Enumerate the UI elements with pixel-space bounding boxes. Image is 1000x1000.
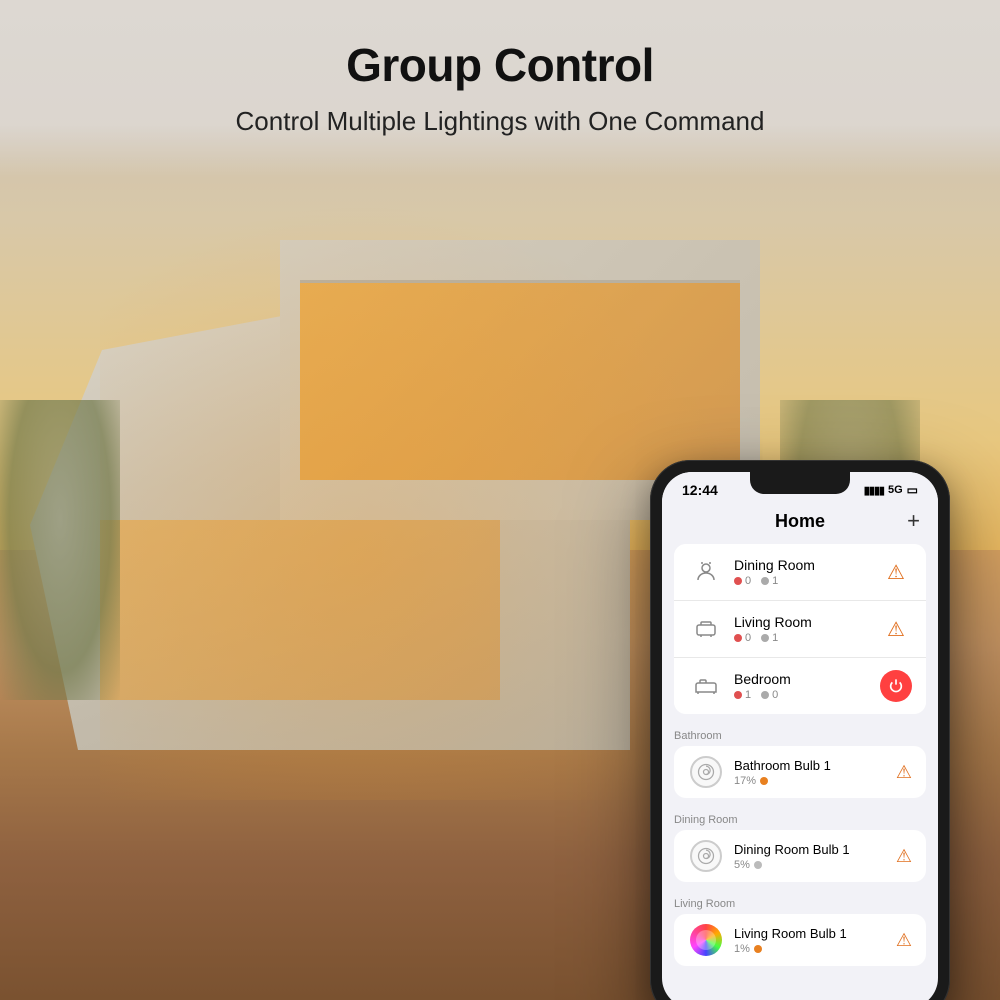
bedroom-action[interactable] [880,670,912,702]
living-room-device-section: Living Room [662,890,938,966]
red-dot-lr [734,634,742,642]
living-room-bulb-1[interactable]: Living Room Bulb 1 1% ⚠ [674,914,926,966]
living-room-name: Living Room [734,614,880,630]
bathroom-label: Bathroom [674,730,722,742]
stat-gray: 1 [761,575,778,587]
bathroom-bulb-status: 17% [734,775,896,787]
bathroom-bulb-name: Bathroom Bulb 1 [734,758,896,773]
bulb-circle-bathroom [690,756,722,788]
bulb-circle-dining [690,840,722,872]
red-dot-br [734,691,742,699]
room-list: Dining Room 0 1 [674,544,926,714]
phone-frame: 12:44 ▮▮▮▮ 5G ▭ Home + [650,460,950,1000]
signal-icon: ▮▮▮▮ [864,484,884,497]
dining-bulb-info: Dining Room Bulb 1 5% [734,842,896,871]
phone-notch [750,472,850,494]
dining-brightness: 5% [734,859,750,871]
scroll-content: Dining Room 0 1 [662,544,938,966]
dining-room-device-label: Dining Room [674,814,738,826]
bedroom-stats: 1 0 [734,689,880,701]
dining-room-icon [688,554,724,590]
living-bulb-name: Living Room Bulb 1 [734,926,896,941]
bulb-inner [696,930,716,950]
bedroom-name: Bedroom [734,671,880,687]
dining-bulb-name: Dining Room Bulb 1 [734,842,896,857]
dining-bulb-action[interactable]: ⚠ [896,846,912,867]
stat-value-1: 0 [745,575,751,587]
bathroom-section: Bathroom [662,722,938,798]
dining-room-devices: Dining Room Bulb 1 5% ⚠ [674,830,926,882]
page-wrapper: Group Control Control Multiple Lightings… [0,0,1000,1000]
dining-room-name: Dining Room [734,557,880,573]
warning-icon-lr: ⚠ [887,617,905,642]
living-room-info: Living Room 0 1 [734,614,880,644]
status-time: 12:44 [682,482,718,498]
living-bulb-action[interactable]: ⚠ [896,930,912,951]
br-stat-1: 1 [745,689,751,701]
room-dining-room[interactable]: Dining Room 0 1 [674,544,926,601]
br-stat-2: 0 [772,689,778,701]
dining-room-bulb-1[interactable]: Dining Room Bulb 1 5% ⚠ [674,830,926,882]
living-room-icon [688,611,724,647]
living-room-action[interactable]: ⚠ [880,613,912,645]
network-icon: 5G [888,484,903,496]
bedroom-info: Bedroom 1 0 [734,671,880,701]
dining-room-action[interactable]: ⚠ [880,556,912,588]
page-title: Group Control [0,38,1000,92]
stat-gray-br: 0 [761,689,778,701]
bathroom-brightness: 17% [734,775,756,787]
dining-bulb-icon [688,838,724,874]
stat-value-2: 1 [772,575,778,587]
phone-mockup: 12:44 ▮▮▮▮ 5G ▭ Home + [650,460,950,1000]
red-dot [734,577,742,585]
room-living-room[interactable]: Living Room 0 1 [674,601,926,658]
gray-dot-lr [761,634,769,642]
app-header-title: Home [704,511,896,532]
status-dot-gray-dining [754,861,762,869]
stat-red-lr: 0 [734,632,751,644]
top-text-area: Group Control Control Multiple Lightings… [0,0,1000,177]
power-icon [888,678,904,694]
living-room-stats: 0 1 [734,632,880,644]
status-dot-orange [760,777,768,785]
bathroom-bulb-info: Bathroom Bulb 1 17% [734,758,896,787]
multicolor-bulb [690,924,722,956]
status-icons: ▮▮▮▮ 5G ▭ [864,483,918,497]
phone-screen: 12:44 ▮▮▮▮ 5G ▭ Home + [662,472,938,1000]
page-subtitle: Control Multiple Lightings with One Comm… [0,106,1000,137]
stat-red-br: 1 [734,689,751,701]
dining-room-info: Dining Room 0 1 [734,557,880,587]
lr-stat-2: 1 [772,632,778,644]
bathroom-bulb-action[interactable]: ⚠ [896,762,912,783]
living-room-device-label: Living Room [674,898,735,910]
room-bedroom[interactable]: Bedroom 1 0 [674,658,926,714]
bathroom-section-header: Bathroom [662,722,938,746]
dining-room-device-section: Dining Room [662,806,938,882]
status-dot-orange-lr [754,945,762,953]
bedroom-icon [688,668,724,704]
warning-icon: ⚠ [887,560,905,585]
bathroom-bulb-icon [688,754,724,790]
living-bulb-status: 1% [734,943,896,955]
battery-icon: ▭ [907,483,918,497]
dining-room-device-header: Dining Room [662,806,938,830]
dining-bulb-status: 5% [734,859,896,871]
dining-room-stats: 0 1 [734,575,880,587]
add-button[interactable]: + [896,508,920,534]
stat-red: 0 [734,575,751,587]
gray-dot-br [761,691,769,699]
bathroom-bulb-1[interactable]: Bathroom Bulb 1 17% ⚠ [674,746,926,798]
living-room-devices: Living Room Bulb 1 1% ⚠ [674,914,926,966]
bathroom-devices: Bathroom Bulb 1 17% ⚠ [674,746,926,798]
app-header: Home + [662,502,938,544]
living-bulb-info: Living Room Bulb 1 1% [734,926,896,955]
living-brightness: 1% [734,943,750,955]
living-room-device-header: Living Room [662,890,938,914]
stat-gray-lr: 1 [761,632,778,644]
gray-dot [761,577,769,585]
lr-stat-1: 0 [745,632,751,644]
living-bulb-icon [688,922,724,958]
